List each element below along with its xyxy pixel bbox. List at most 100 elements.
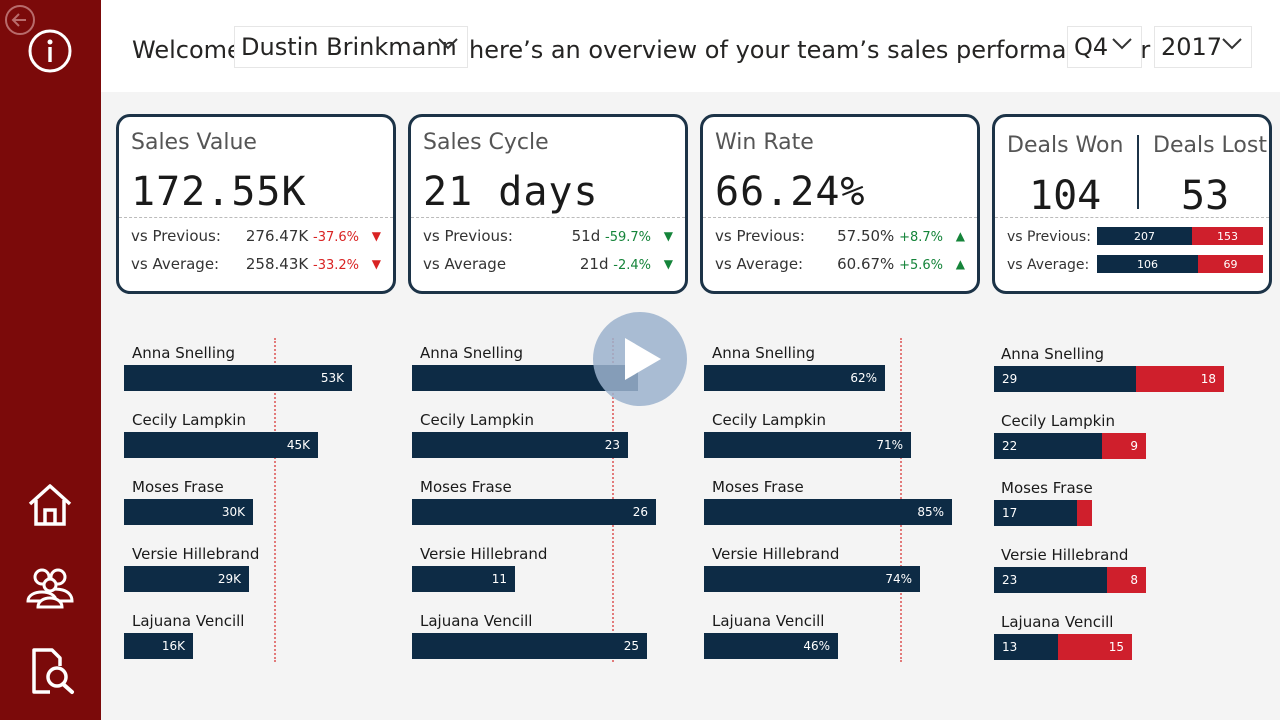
won-bar-segment[interactable]: 13	[994, 634, 1058, 660]
document-search-icon[interactable]	[30, 646, 76, 696]
lost-bar-segment[interactable]: 15	[1058, 634, 1132, 660]
lost-segment: 153	[1192, 227, 1263, 245]
vertical-divider	[1137, 135, 1139, 209]
bar[interactable]: 62%	[704, 365, 885, 391]
bar-category-label: Moses Frase	[712, 478, 804, 496]
chevron-down-icon	[1222, 38, 1242, 50]
bar-category-label: Cecily Lampkin	[712, 411, 826, 429]
row-value: 21d	[579, 255, 609, 273]
sales-value-card[interactable]: Sales Value 172.55K vs Previous: 276.47K…	[116, 114, 396, 294]
deals-won-title: Deals Won	[1007, 133, 1124, 158]
bar[interactable]: 23	[412, 432, 628, 458]
up-arrow-icon: ▲	[955, 257, 965, 271]
bar-category-label: Anna Snelling	[132, 344, 236, 362]
bar-category-label: Versie Hillebrand	[132, 545, 260, 563]
row-label: vs Previous:	[423, 227, 513, 245]
card-title: Sales Cycle	[423, 130, 549, 155]
year-dropdown-value: 2017	[1161, 33, 1223, 61]
row-value: 276.47K	[245, 227, 309, 245]
bar-category-label: Moses Frase	[1001, 479, 1093, 497]
bar-category-label: Versie Hillebrand	[420, 545, 548, 563]
play-button[interactable]	[593, 312, 687, 406]
user-dropdown[interactable]: Dustin Brinkmann	[234, 26, 468, 68]
stacked-bar[interactable]: 22 9	[994, 433, 1146, 459]
row-label: vs Average	[423, 255, 507, 273]
lost-bar-segment[interactable]: 18	[1136, 366, 1224, 392]
bar[interactable]: 11	[412, 566, 515, 592]
deals-lost-value: 53	[1181, 173, 1230, 219]
bar[interactable]: 26	[412, 499, 656, 525]
bar-category-label: Lajuana Vencill	[420, 612, 533, 630]
won-bar-segment[interactable]: 23	[994, 567, 1107, 593]
sales-cycle-card[interactable]: Sales Cycle 21 days vs Previous: 51d -59…	[408, 114, 688, 294]
row-value: 60.67%	[837, 255, 895, 273]
card-value: 172.55K	[131, 169, 307, 215]
stacked-bar[interactable]: 29 18	[994, 366, 1224, 392]
row-pct: +5.6%	[899, 258, 943, 273]
lost-segment: 69	[1198, 255, 1263, 273]
people-icon[interactable]	[25, 563, 75, 611]
sidebar	[0, 0, 101, 720]
row-pct: -59.7%	[605, 230, 651, 245]
year-dropdown[interactable]: 2017	[1154, 26, 1252, 68]
card-value: 66.24%	[715, 169, 866, 215]
win-rate-card[interactable]: Win Rate 66.24% vs Previous: 57.50% +8.7…	[700, 114, 980, 294]
won-bar-segment[interactable]: 17	[994, 500, 1077, 526]
bar-category-label: Moses Frase	[132, 478, 224, 496]
bar-category-label: Moses Frase	[420, 478, 512, 496]
row-label: vs Average:	[715, 255, 804, 273]
home-icon[interactable]	[26, 482, 74, 528]
user-dropdown-value: Dustin Brinkmann	[241, 33, 457, 61]
play-icon	[625, 338, 661, 380]
lost-bar-segment[interactable]: 9	[1102, 433, 1146, 459]
row-label: vs Average:	[1007, 257, 1090, 273]
down-arrow-icon: ▼	[663, 229, 673, 243]
won-segment: 207	[1097, 227, 1192, 245]
lost-bar-segment[interactable]: 8	[1107, 567, 1146, 593]
row-label: vs Previous:	[131, 227, 221, 245]
bar-category-label: Anna Snelling	[712, 344, 816, 362]
bar[interactable]: 71%	[704, 432, 911, 458]
stacked-bar[interactable]: 13 15	[994, 634, 1132, 660]
bar[interactable]: 85%	[704, 499, 952, 525]
card-title: Sales Value	[131, 130, 257, 155]
down-arrow-icon: ▼	[371, 229, 381, 243]
bar[interactable]: 16K	[124, 633, 193, 659]
vs-previous-stacked-bar: 207 153	[1097, 227, 1263, 245]
divider	[995, 217, 1269, 218]
row-value: 57.50%	[837, 227, 895, 245]
row-label: vs Average:	[131, 255, 220, 273]
bar[interactable]: 74%	[704, 566, 920, 592]
info-icon[interactable]	[28, 29, 72, 73]
bar[interactable]: 30K	[124, 499, 253, 525]
row-pct: +8.7%	[899, 230, 943, 245]
stacked-bar[interactable]: 23 8	[994, 567, 1146, 593]
deals-card[interactable]: Deals Won 104 Deals Lost 53 vs Previous:…	[992, 114, 1272, 294]
down-arrow-icon: ▼	[371, 257, 381, 271]
bar[interactable]: 53K	[124, 365, 352, 391]
won-bar-segment[interactable]: 22	[994, 433, 1102, 459]
bar-category-label: Anna Snelling	[420, 344, 524, 362]
card-title: Win Rate	[715, 130, 814, 155]
welcome-text: Welcome	[132, 36, 242, 64]
bar-category-label: Versie Hillebrand	[1001, 546, 1129, 564]
bar[interactable]: 25	[412, 633, 647, 659]
bar[interactable]: 46%	[704, 633, 838, 659]
won-bar-segment[interactable]: 29	[994, 366, 1136, 392]
divider	[411, 217, 685, 218]
row-pct: -33.2%	[313, 258, 359, 273]
row-pct: -2.4%	[613, 258, 651, 273]
card-value: 21 days	[423, 169, 599, 215]
bar-category-label: Cecily Lampkin	[420, 411, 534, 429]
bar[interactable]: 45K	[124, 432, 318, 458]
header-bar: Welcome Dustin Brinkmann here’s an overv…	[101, 0, 1280, 92]
row-label: vs Previous:	[715, 227, 805, 245]
bar[interactable]: 29K	[124, 566, 249, 592]
bar-category-label: Cecily Lampkin	[1001, 412, 1115, 430]
quarter-dropdown[interactable]: Q4	[1067, 26, 1142, 68]
stacked-bar[interactable]: 17	[994, 500, 1092, 526]
row-pct: -37.6%	[313, 230, 359, 245]
lost-bar-segment[interactable]	[1077, 500, 1092, 526]
overview-text: here’s an overview of your team’s sales …	[469, 36, 1151, 64]
row-label: vs Previous:	[1007, 229, 1091, 245]
